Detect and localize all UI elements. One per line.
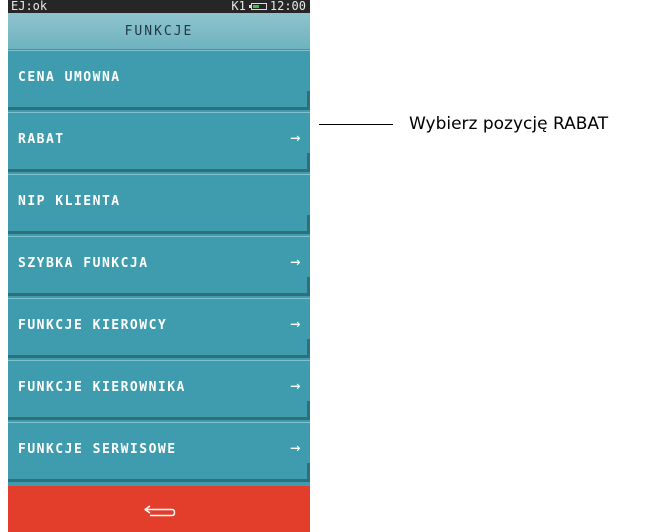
menu-item-funkcje-kierowcy[interactable]: FUNKCJE KIEROWCY → (8, 298, 310, 358)
menu-item-label: RABAT (18, 132, 65, 147)
page-title: FUNKCJE (8, 13, 310, 50)
back-arrow-icon (144, 505, 176, 517)
register-label: K1 (231, 0, 246, 13)
menu-item-label: NIP KLIENTA (18, 194, 121, 209)
back-button[interactable] (8, 486, 310, 532)
battery-icon (248, 3, 267, 10)
arrow-right-icon: → (290, 252, 302, 272)
battery-fill (252, 5, 260, 8)
menu-item-nip-klienta[interactable]: NIP KLIENTA (8, 174, 310, 234)
arrow-right-icon: → (290, 376, 302, 396)
arrow-right-icon: → (290, 128, 302, 148)
callout-text: Wybierz pozycję RABAT (409, 114, 609, 134)
menu-item-label: CENA UMOWNA (18, 70, 121, 85)
menu-item-cena-umowna[interactable]: CENA UMOWNA (8, 50, 310, 110)
button-corner (307, 91, 310, 107)
button-corner (307, 153, 310, 169)
button-corner (307, 277, 310, 293)
clock: 12:00 (269, 0, 306, 13)
menu-item-label: FUNKCJE KIEROWNIKA (18, 380, 186, 395)
arrow-right-icon: → (290, 314, 302, 334)
button-corner (307, 463, 310, 479)
status-right: K1 12:00 (231, 0, 306, 13)
button-corner (307, 339, 310, 355)
menu-item-funkcje-serwisowe[interactable]: FUNKCJE SERWISOWE → (8, 422, 310, 482)
arrow-right-icon: → (290, 438, 302, 458)
button-corner (307, 401, 310, 417)
status-bar: EJ:ok K1 12:00 (8, 0, 310, 13)
menu-item-szybka-funkcja[interactable]: SZYBKA FUNKCJA → (8, 236, 310, 296)
button-corner (307, 215, 310, 231)
menu-item-rabat[interactable]: RABAT → (8, 112, 310, 172)
menu-item-funkcje-kierownika[interactable]: FUNKCJE KIEROWNIKA → (8, 360, 310, 420)
menu-item-label: FUNKCJE KIEROWCY (18, 318, 168, 333)
ej-status: EJ:ok (11, 0, 48, 13)
callout-line (319, 124, 393, 125)
menu-item-label: SZYBKA FUNKCJA (18, 256, 149, 271)
menu-item-label: FUNKCJE SERWISOWE (18, 442, 177, 457)
terminal-screen: EJ:ok K1 12:00 FUNKCJE CENA UMOWNA RABAT… (8, 0, 310, 532)
